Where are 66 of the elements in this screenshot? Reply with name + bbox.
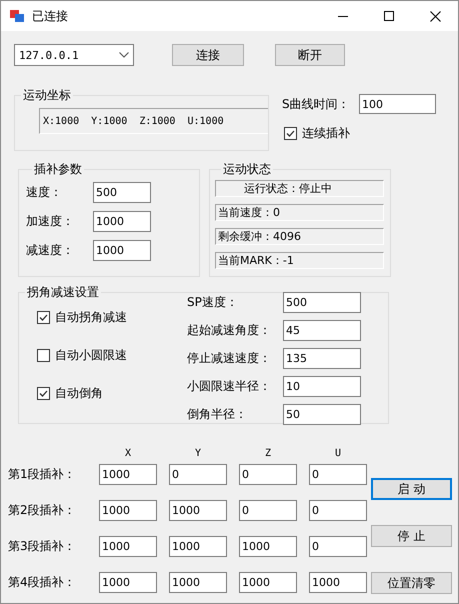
checkbox-box[interactable] (37, 311, 50, 324)
input-field[interactable]: 1000 (93, 240, 151, 261)
input-field[interactable]: 0 (309, 536, 367, 558)
field-label: 速度： (26, 184, 63, 201)
input-field[interactable]: 0 (309, 500, 367, 521)
stop-button[interactable]: 停 止 (371, 525, 452, 547)
disconnect-button[interactable]: 断开 (275, 44, 345, 66)
input-field[interactable]: 135 (283, 348, 361, 369)
input-field[interactable]: 0 (239, 464, 297, 485)
checkbox-box[interactable] (284, 127, 297, 140)
connect-button[interactable]: 连接 (172, 44, 244, 66)
field-label: 起始减速角度： (187, 322, 272, 339)
input-field[interactable]: 1000 (99, 536, 157, 558)
input-field[interactable]: 50 (283, 404, 361, 425)
input-field[interactable]: 1000 (169, 572, 227, 594)
group-title: 插补参数 (33, 161, 83, 178)
input-field[interactable]: 0 (169, 464, 227, 485)
input-field[interactable]: 1000 (309, 572, 367, 594)
checkbox[interactable]: 自动小圆限速 (37, 347, 127, 364)
input-field[interactable]: 10 (283, 376, 361, 397)
maximize-icon (384, 10, 394, 22)
input-field[interactable]: 45 (283, 320, 361, 341)
row-label: 第3段插补： (8, 538, 77, 556)
input-field[interactable]: 500 (93, 182, 151, 203)
row-label: 第2段插补： (8, 502, 77, 519)
field-label: 停止减速速度： (187, 350, 272, 367)
group-title: 运动坐标 (22, 87, 72, 104)
checkbox[interactable]: 自动拐角减速 (37, 309, 127, 326)
group-title: 拐角减速设置 (26, 284, 100, 301)
input-field[interactable]: 1000 (99, 500, 157, 521)
app-icon (10, 9, 24, 23)
row-label: 第4段插补： (8, 574, 77, 592)
field-label: 小圆限速半径： (187, 378, 272, 395)
window-title: 已连接 (32, 8, 69, 24)
row-label: 第1段插补： (8, 466, 77, 483)
field-label: S曲线时间： (282, 96, 351, 112)
checkbox-box[interactable] (37, 349, 50, 362)
input-field[interactable]: 100 (359, 94, 436, 114)
input-field[interactable]: 1000 (99, 572, 157, 594)
input-field[interactable]: 0 (309, 464, 367, 485)
checkbox[interactable]: 连续插补 (284, 125, 436, 142)
input-field[interactable]: 0 (239, 500, 297, 521)
group-title: 运动状态 (222, 161, 272, 178)
start-button[interactable]: 启 动 (371, 478, 452, 500)
address-dropdown[interactable]: 127.0.0.1 (14, 44, 134, 66)
field-label: SP速度： (187, 294, 239, 311)
input-field[interactable]: 500 (283, 292, 361, 313)
reset-button[interactable]: 位置清零 (371, 572, 452, 594)
column-header: Z (264, 448, 272, 459)
input-field[interactable]: 1000 (93, 211, 151, 232)
column-header: X (124, 448, 132, 459)
input-field[interactable]: 1000 (99, 464, 157, 485)
coordinates-readout: X:1000 Y:1000 Z:1000 U:1000 (39, 108, 268, 134)
column-header: U (334, 448, 342, 459)
field-label: 减速度： (26, 242, 75, 259)
input-field[interactable]: 1000 (239, 536, 297, 558)
checkbox[interactable]: 自动倒角 (37, 385, 103, 402)
chevron-down-icon (119, 52, 129, 58)
close-icon (430, 10, 440, 22)
input-field[interactable]: 1000 (239, 572, 297, 594)
input-field[interactable]: 1000 (169, 500, 227, 521)
field-label: 加速度： (26, 213, 75, 230)
checkbox-box[interactable] (37, 387, 50, 400)
field-label: 倒角半径： (187, 406, 248, 423)
input-field[interactable]: 1000 (169, 536, 227, 558)
column-header: Y (194, 448, 202, 459)
